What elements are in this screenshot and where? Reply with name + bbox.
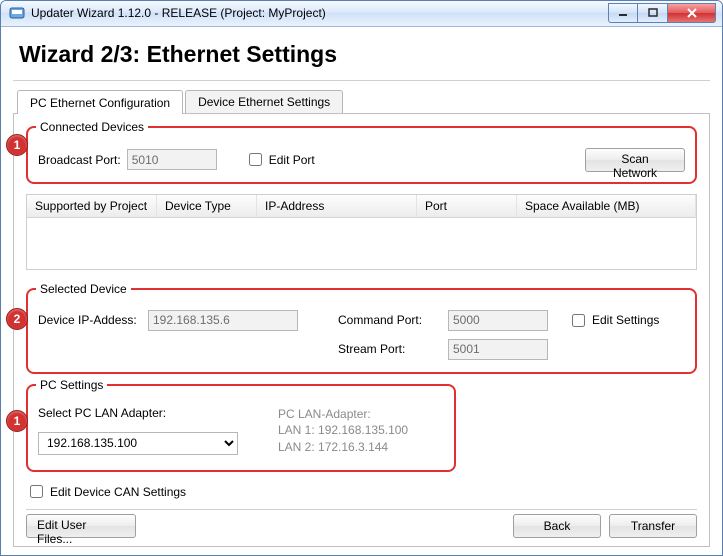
app-icon bbox=[9, 5, 25, 21]
col-ip[interactable]: IP-Address bbox=[257, 195, 417, 217]
adapter-label: Select PC LAN Adapter: bbox=[38, 406, 238, 420]
group-pc-settings: 1 PC Settings Select PC LAN Adapter: 192… bbox=[26, 384, 456, 472]
window-title: Updater Wizard 1.12.0 - RELEASE (Project… bbox=[31, 6, 602, 20]
bottom-separator bbox=[26, 509, 697, 510]
pc-lan-info: PC LAN-Adapter: LAN 1: 192.168.135.100 L… bbox=[278, 406, 408, 456]
scan-network-button[interactable]: Scan Network bbox=[585, 148, 685, 172]
broadcast-port-input[interactable] bbox=[127, 149, 217, 170]
titlebar: Updater Wizard 1.12.0 - RELEASE (Project… bbox=[1, 1, 722, 27]
bottom-button-row: Edit User Files... Back Transfer bbox=[26, 514, 697, 538]
callout-2: 2 bbox=[6, 308, 28, 330]
group-selected-device: 2 Selected Device Device IP-Addess: Comm… bbox=[26, 288, 697, 374]
col-space[interactable]: Space Available (MB) bbox=[517, 195, 696, 217]
close-button[interactable] bbox=[668, 3, 716, 23]
device-ip-label: Device IP-Addess: bbox=[38, 313, 148, 327]
command-port-label: Command Port: bbox=[338, 313, 448, 327]
window-buttons bbox=[608, 3, 716, 23]
stream-port-label: Stream Port: bbox=[338, 342, 448, 356]
back-button[interactable]: Back bbox=[513, 514, 601, 538]
edit-port-checkbox[interactable] bbox=[249, 153, 262, 166]
tabstrip: PC Ethernet Configuration Device Etherne… bbox=[17, 89, 710, 113]
col-port[interactable]: Port bbox=[417, 195, 517, 217]
tab-pc-ethernet-config[interactable]: PC Ethernet Configuration bbox=[17, 90, 183, 114]
callout-1: 1 bbox=[6, 134, 28, 156]
edit-settings-checkbox[interactable] bbox=[572, 314, 585, 327]
stream-port-input[interactable] bbox=[448, 339, 548, 360]
col-device-type[interactable]: Device Type bbox=[157, 195, 257, 217]
pc-info-header: PC LAN-Adapter: bbox=[278, 406, 408, 423]
tab-device-ethernet-settings[interactable]: Device Ethernet Settings bbox=[185, 90, 343, 113]
command-port-input[interactable] bbox=[448, 310, 548, 331]
title-separator bbox=[13, 80, 710, 81]
pc-info-lan1: LAN 1: 192.168.135.100 bbox=[278, 422, 408, 439]
broadcast-port-label: Broadcast Port: bbox=[38, 153, 121, 167]
transfer-button[interactable]: Transfer bbox=[609, 514, 697, 538]
lan-adapter-select[interactable]: 192.168.135.100 bbox=[38, 432, 238, 455]
col-supported[interactable]: Supported by Project bbox=[27, 195, 157, 217]
edit-user-files-button[interactable]: Edit User Files... bbox=[26, 514, 136, 538]
tab-panel-pc-config: 1 Connected Devices Broadcast Port: Edit… bbox=[13, 113, 710, 547]
group-connected-devices: 1 Connected Devices Broadcast Port: Edit… bbox=[26, 126, 697, 184]
edit-can-settings-checkbox[interactable] bbox=[30, 485, 43, 498]
edit-settings-checkbox-wrap[interactable]: Edit Settings bbox=[568, 311, 685, 330]
edit-settings-label: Edit Settings bbox=[592, 313, 659, 327]
edit-can-settings-label: Edit Device CAN Settings bbox=[50, 485, 186, 499]
maximize-button[interactable] bbox=[638, 3, 668, 23]
callout-1b: 1 bbox=[6, 410, 28, 432]
legend-pc: PC Settings bbox=[36, 378, 107, 392]
minimize-icon bbox=[618, 8, 628, 18]
edit-port-checkbox-wrap[interactable]: Edit Port bbox=[245, 150, 315, 169]
legend-selected: Selected Device bbox=[36, 282, 131, 296]
client-area: Wizard 2/3: Ethernet Settings PC Etherne… bbox=[1, 27, 722, 555]
pc-info-lan2: LAN 2: 172.16.3.144 bbox=[278, 439, 408, 456]
close-icon bbox=[686, 8, 698, 18]
edit-can-settings-wrap[interactable]: Edit Device CAN Settings bbox=[26, 482, 697, 501]
minimize-button[interactable] bbox=[608, 3, 638, 23]
app-window: Updater Wizard 1.12.0 - RELEASE (Project… bbox=[0, 0, 723, 556]
maximize-icon bbox=[648, 8, 658, 18]
device-table-body[interactable] bbox=[27, 218, 696, 270]
device-ip-input[interactable] bbox=[148, 310, 298, 331]
page-title: Wizard 2/3: Ethernet Settings bbox=[19, 41, 708, 68]
legend-connected: Connected Devices bbox=[36, 120, 148, 134]
device-table-header: Supported by Project Device Type IP-Addr… bbox=[27, 195, 696, 218]
device-table[interactable]: Supported by Project Device Type IP-Addr… bbox=[26, 194, 697, 270]
edit-port-label: Edit Port bbox=[269, 153, 315, 167]
